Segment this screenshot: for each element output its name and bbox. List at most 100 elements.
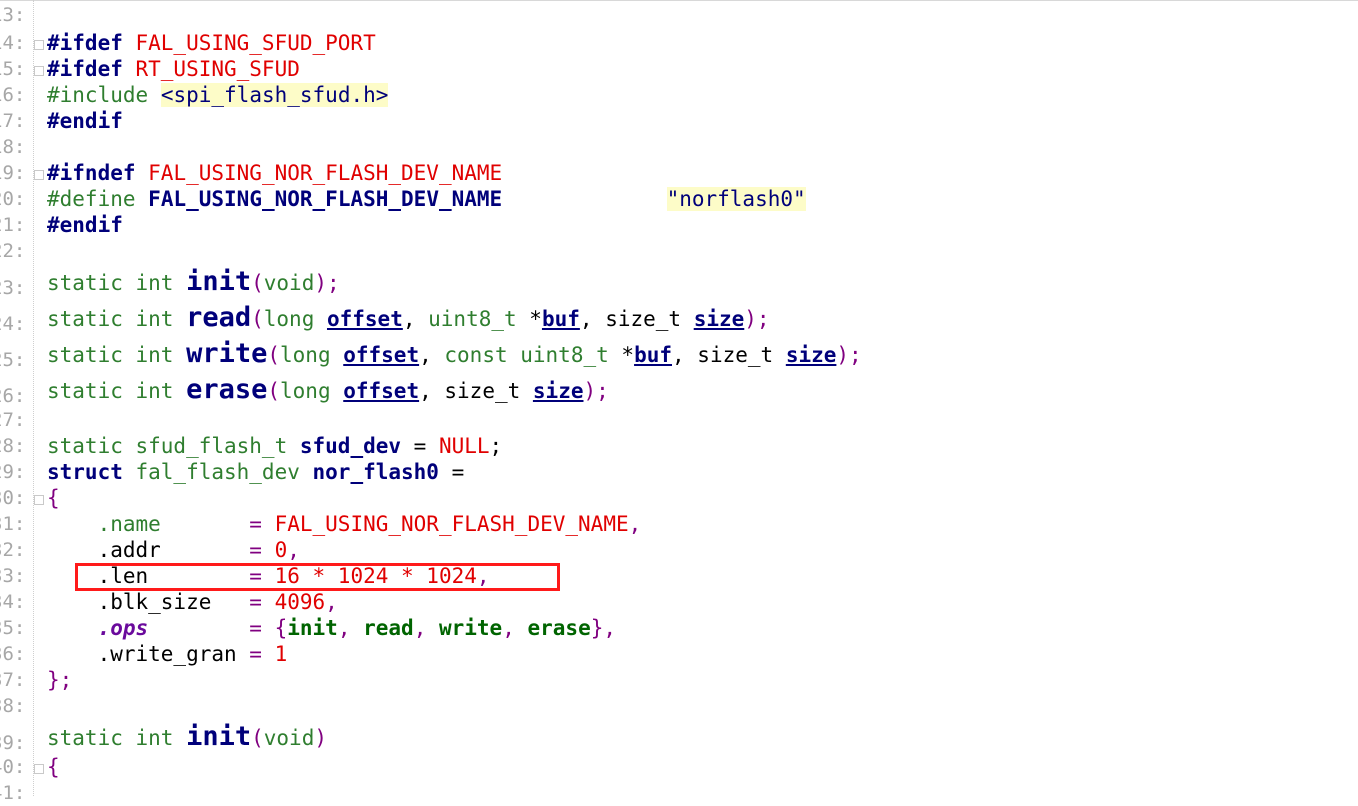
- code-text: static int init(void): [47, 719, 327, 756]
- preprocessor-directive: #include: [47, 83, 149, 107]
- code-line[interactable]: 23: static int init(void);: [0, 266, 1358, 301]
- param-name: offset: [326, 307, 403, 331]
- number-literal: 4096: [274, 590, 326, 614]
- type-keyword: size_t: [444, 379, 533, 403]
- paren: );: [583, 379, 609, 403]
- type-keyword: static sfud_flash_t: [47, 434, 300, 458]
- function-ref: init: [287, 616, 338, 640]
- separator: ,: [579, 307, 606, 331]
- line-number: 15:: [0, 58, 26, 80]
- fold-marker-icon[interactable]: [34, 66, 44, 76]
- type-keyword: const uint8_t: [444, 343, 622, 367]
- paren: (: [251, 271, 264, 295]
- paren: (: [267, 343, 281, 367]
- code-line[interactable]: 26: static int erase(long offset, size_t…: [0, 374, 1358, 409]
- include-path: <spi_flash_sfud.h>: [160, 83, 389, 107]
- preprocessor-directive: #endif: [47, 213, 123, 237]
- separator: ,: [325, 590, 338, 614]
- paren: );: [314, 271, 340, 295]
- type-keyword: static int: [47, 343, 187, 367]
- code-line[interactable]: 25: static int write(long offset, const …: [0, 338, 1358, 373]
- line-number: 18:: [0, 136, 26, 158]
- code-line[interactable]: 34: .blk_size = 4096,: [0, 589, 1358, 615]
- function-name: erase: [186, 374, 268, 405]
- code-text: #endif: [47, 212, 123, 238]
- code-line[interactable]: 13:: [0, 2, 1358, 28]
- code-line[interactable]: 16: #include <spi_flash_sfud.h>: [0, 82, 1358, 108]
- code-text: .write_gran = 1: [47, 641, 288, 667]
- line-number: 25:: [0, 349, 26, 371]
- code-line[interactable]: 40: {: [0, 754, 1358, 780]
- separator: ,: [628, 512, 642, 536]
- code-text: #define FAL_USING_NOR_FLASH_DEV_NAME "no…: [47, 186, 806, 212]
- fold-marker-icon[interactable]: [34, 40, 44, 50]
- fold-marker-icon[interactable]: [34, 170, 44, 180]
- code-line[interactable]: 32: .addr = 0,: [0, 537, 1358, 563]
- macro-name: FAL_USING_NOR_FLASH_DEV_NAME: [135, 161, 503, 185]
- line-number: 23:: [0, 277, 26, 299]
- code-line[interactable]: 37: };: [0, 667, 1358, 693]
- member-name: .ops: [97, 616, 149, 640]
- code-line[interactable]: 21: #endif: [0, 212, 1358, 238]
- fold-marker-icon[interactable]: [34, 764, 44, 774]
- code-line[interactable]: 20: #define FAL_USING_NOR_FLASH_DEV_NAME…: [0, 186, 1358, 212]
- macro-name: FAL_USING_NOR_FLASH_DEV_NAME: [148, 187, 503, 211]
- code-text: #ifdef FAL_USING_SFUD_PORT: [47, 30, 376, 56]
- code-editor[interactable]: 13: 14: #ifdef FAL_USING_SFUD_PORT 15: #…: [0, 0, 1358, 804]
- line-number: 34:: [0, 591, 26, 613]
- code-line[interactable]: 28: static sfud_flash_t sfud_dev = NULL;: [0, 433, 1358, 459]
- separator: ,: [287, 538, 300, 562]
- code-text: .name = FAL_USING_NOR_FLASH_DEV_NAME,: [47, 511, 642, 537]
- code-line[interactable]: 24: static int read(long offset, uint8_t…: [0, 302, 1358, 337]
- paren: (: [267, 379, 281, 403]
- string-literal: "norflash0": [666, 187, 806, 211]
- code-line[interactable]: 39: static int init(void): [0, 721, 1358, 756]
- code-line[interactable]: 36: .write_gran = 1: [0, 641, 1358, 667]
- code-line[interactable]: 41:: [0, 780, 1358, 806]
- member-name: .write_gran: [97, 642, 237, 666]
- macro-name: FAL_USING_SFUD_PORT: [122, 31, 376, 55]
- code-line[interactable]: 27:: [0, 407, 1358, 433]
- code-line[interactable]: 22:: [0, 238, 1358, 264]
- code-line[interactable]: 14: #ifdef FAL_USING_SFUD_PORT: [0, 30, 1358, 56]
- type-keyword: size_t: [605, 307, 694, 331]
- code-line[interactable]: 30: {: [0, 485, 1358, 511]
- preprocessor-directive: #define: [47, 187, 136, 211]
- code-line[interactable]: 31: .name = FAL_USING_NOR_FLASH_DEV_NAME…: [0, 511, 1358, 537]
- function-name: write: [186, 338, 268, 369]
- code-text: };: [47, 667, 72, 693]
- separator: ,: [672, 343, 698, 367]
- code-text: .ops = {init, read, write, erase},: [47, 615, 616, 641]
- code-text: static int read(long offset, uint8_t *bu…: [47, 300, 770, 337]
- type-keyword: static int: [47, 379, 187, 403]
- line-number: 39:: [0, 732, 26, 754]
- semicolon: ;: [489, 434, 503, 458]
- operator: =: [211, 590, 275, 614]
- pointer-star: *: [621, 343, 635, 367]
- paren: (: [251, 307, 264, 331]
- null-literal: NULL: [438, 434, 490, 458]
- code-line[interactable]: 38:: [0, 693, 1358, 719]
- line-number: 30:: [0, 487, 26, 509]
- separator: ,: [402, 307, 429, 331]
- fold-marker-icon[interactable]: [34, 495, 44, 505]
- code-line[interactable]: 35: .ops = {init, read, write, erase},: [0, 615, 1358, 641]
- code-text: #endif: [47, 108, 123, 134]
- paren: (: [251, 726, 264, 750]
- variable-name: nor_flash0: [312, 460, 439, 484]
- code-line[interactable]: 18:: [0, 134, 1358, 160]
- line-number: 31:: [0, 513, 26, 535]
- type-keyword: long: [263, 307, 327, 331]
- separator: ,: [337, 616, 364, 640]
- line-number: 33:: [0, 565, 26, 587]
- code-line[interactable]: 17: #endif: [0, 108, 1358, 134]
- code-line[interactable]: 15: #ifdef RT_USING_SFUD: [0, 56, 1358, 82]
- type-keyword: static int: [47, 271, 187, 295]
- code-line[interactable]: 29: struct fal_flash_dev nor_flash0 =: [0, 459, 1358, 485]
- code-line[interactable]: 19: #ifndef FAL_USING_NOR_FLASH_DEV_NAME: [0, 160, 1358, 186]
